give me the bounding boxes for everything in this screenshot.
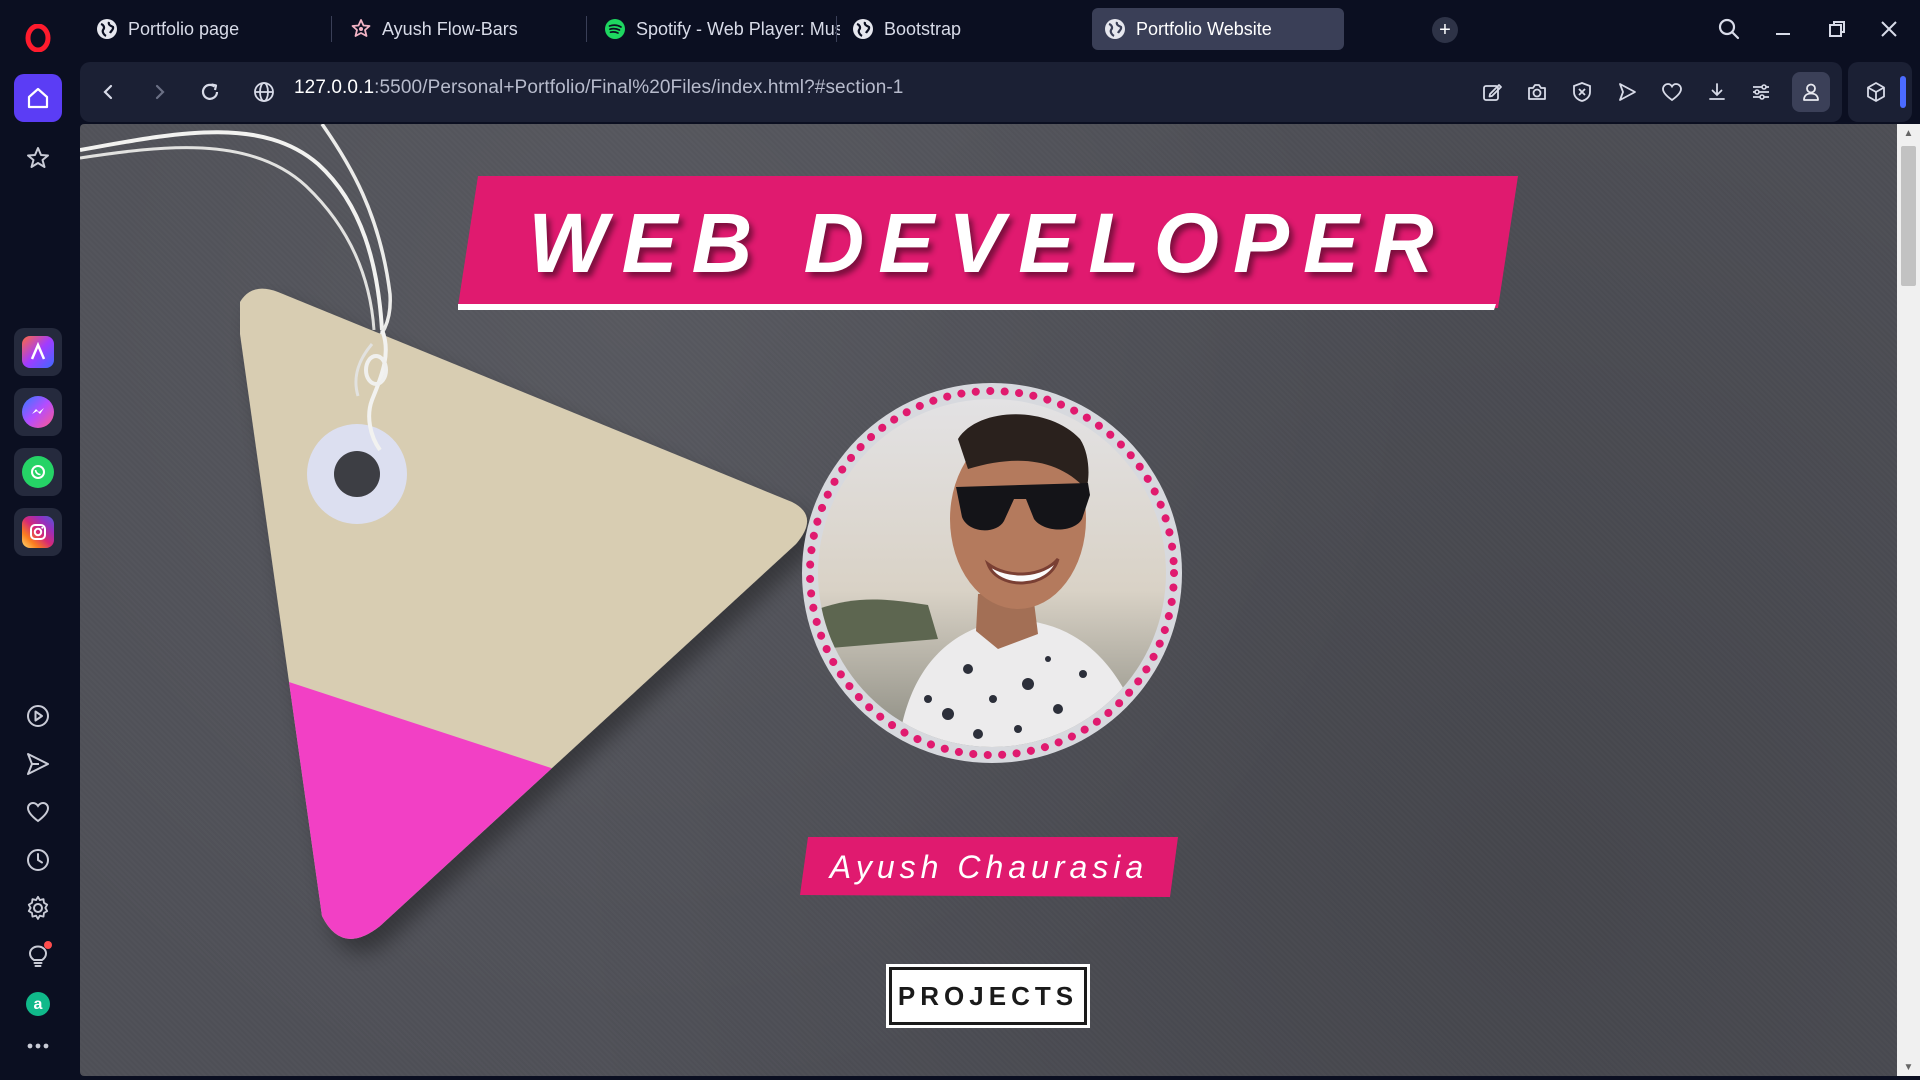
page-title: WEB DEVELOPER bbox=[528, 195, 1448, 290]
reload-icon[interactable] bbox=[194, 76, 226, 108]
tab-separator bbox=[836, 16, 837, 42]
download-icon[interactable] bbox=[1701, 76, 1733, 108]
more-icon[interactable] bbox=[14, 1022, 62, 1070]
tab-bootstrap[interactable]: Bootstrap bbox=[840, 8, 1080, 50]
page-viewport: WEB DEVELOPER Ayush Chaurasia PROJECTS bbox=[80, 124, 1900, 1076]
heart-icon[interactable] bbox=[14, 788, 62, 836]
send-icon[interactable] bbox=[14, 740, 62, 788]
settings-icon[interactable] bbox=[14, 884, 62, 932]
page-scrollbar[interactable]: ▲ ▼ bbox=[1897, 124, 1920, 1076]
restore-icon[interactable] bbox=[1820, 12, 1854, 46]
tab-separator bbox=[331, 16, 332, 42]
url-path: :5500/Personal+Portfolio/Final%20Files/i… bbox=[374, 77, 904, 98]
bookmarks-icon[interactable] bbox=[14, 134, 62, 182]
edit-snapshot-icon[interactable] bbox=[1476, 76, 1508, 108]
address-toolbar: 127.0.0.1:5500/Personal+Portfolio/Final%… bbox=[80, 62, 1842, 122]
favorite-heart-icon[interactable] bbox=[1656, 76, 1688, 108]
site-info-globe-icon[interactable] bbox=[248, 76, 280, 108]
messenger-app-icon[interactable] bbox=[14, 388, 62, 436]
sidebar-toggle-indicator[interactable] bbox=[1900, 76, 1906, 108]
aria-app-icon[interactable] bbox=[14, 328, 62, 376]
player-icon[interactable] bbox=[14, 692, 62, 740]
tab-separator bbox=[586, 16, 587, 42]
tab-strip: Portfolio page Ayush Flow-Bars Spotify -… bbox=[76, 0, 1920, 58]
url-host: 127.0.0.1 bbox=[294, 77, 375, 98]
tab-label: Spotify - Web Player: Mus bbox=[636, 18, 840, 39]
extensions-cube-icon[interactable] bbox=[1860, 76, 1892, 108]
home-icon[interactable] bbox=[14, 74, 62, 122]
scroll-thumb[interactable] bbox=[1901, 146, 1916, 286]
author-name: Ayush Chaurasia bbox=[829, 848, 1149, 885]
extensions-area bbox=[1848, 62, 1912, 122]
ad-block-shield-icon[interactable] bbox=[1566, 76, 1598, 108]
back-icon[interactable] bbox=[92, 76, 124, 108]
opera-sidebar: a bbox=[0, 0, 76, 1080]
search-tabs-icon[interactable] bbox=[1712, 12, 1746, 46]
scroll-up-icon[interactable]: ▲ bbox=[1897, 124, 1920, 142]
avatar bbox=[818, 399, 1166, 747]
easy-setup-icon[interactable] bbox=[1745, 76, 1777, 108]
name-banner: Ayush Chaurasia bbox=[800, 837, 1178, 897]
tab-ayush-flow-bars[interactable]: Ayush Flow-Bars bbox=[338, 8, 578, 50]
history-icon[interactable] bbox=[14, 836, 62, 884]
spotify-icon bbox=[604, 18, 626, 40]
globe-icon bbox=[852, 18, 874, 40]
tab-spotify[interactable]: Spotify - Web Player: Mus bbox=[592, 8, 840, 50]
profile-icon[interactable] bbox=[1792, 72, 1830, 112]
amazon-icon[interactable]: a bbox=[14, 980, 62, 1028]
flow-send-icon[interactable] bbox=[1611, 76, 1643, 108]
tab-label: Ayush Flow-Bars bbox=[382, 18, 518, 39]
scroll-down-icon[interactable]: ▼ bbox=[1897, 1058, 1920, 1076]
minimize-icon[interactable] bbox=[1766, 12, 1800, 46]
tab-portfolio-page[interactable]: Portfolio page bbox=[84, 8, 324, 50]
new-tab-button[interactable]: + bbox=[1432, 17, 1458, 43]
whatsapp-app-icon[interactable] bbox=[14, 448, 62, 496]
globe-icon bbox=[1104, 18, 1126, 40]
url-field[interactable]: 127.0.0.1:5500/Personal+Portfolio/Final%… bbox=[294, 77, 903, 99]
svg-text:a: a bbox=[34, 996, 43, 1013]
close-icon[interactable] bbox=[1872, 12, 1906, 46]
tab-label: Portfolio page bbox=[128, 18, 240, 39]
projects-button[interactable]: PROJECTS bbox=[886, 964, 1090, 1028]
instagram-app-icon[interactable] bbox=[14, 508, 62, 556]
globe-icon bbox=[96, 18, 118, 40]
opera-logo-icon[interactable] bbox=[14, 14, 62, 62]
tab-portfolio-website[interactable]: Portfolio Website bbox=[1092, 8, 1344, 50]
forward-icon[interactable] bbox=[144, 76, 176, 108]
lightbulb-icon[interactable] bbox=[14, 932, 62, 980]
title-banner: WEB DEVELOPER bbox=[458, 176, 1518, 310]
tab-label: Portfolio Website bbox=[1136, 18, 1272, 39]
tab-label: Bootstrap bbox=[884, 18, 962, 39]
camera-icon[interactable] bbox=[1521, 76, 1553, 108]
notification-dot bbox=[44, 941, 52, 949]
flower-icon bbox=[350, 18, 372, 40]
